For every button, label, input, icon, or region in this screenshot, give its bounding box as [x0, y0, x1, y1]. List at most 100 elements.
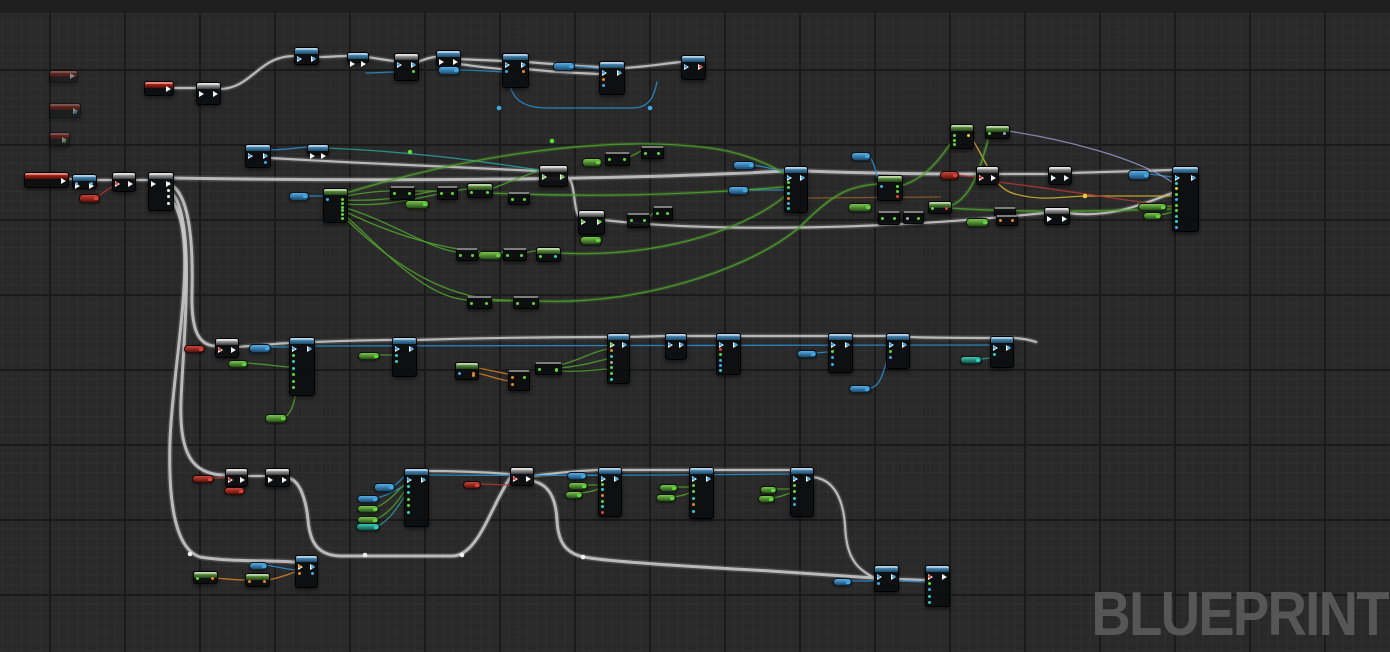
output-pin[interactable]: [748, 164, 753, 167]
data-pin-g[interactable]: [292, 353, 295, 357]
variable-get-pill[interactable]: [478, 251, 502, 260]
data-pin-g[interactable]: [459, 254, 462, 257]
data-pin-g[interactable]: [516, 302, 519, 305]
data-pin-g[interactable]: [408, 192, 411, 195]
output-pin[interactable]: [568, 65, 573, 68]
output-pin[interactable]: [595, 161, 600, 164]
data-pin-g[interactable]: [608, 158, 611, 161]
data-pin-b[interactable]: [623, 343, 626, 346]
data-pin-b[interactable]: [407, 478, 410, 481]
pure-operation-node[interactable]: [467, 296, 492, 309]
data-pin-c[interactable]: [787, 191, 790, 195]
variable-get-pill[interactable]: [728, 186, 749, 195]
data-pin-c[interactable]: [601, 505, 604, 509]
struct-operation-node[interactable]: [985, 125, 1010, 139]
data-pin-g[interactable]: [538, 368, 541, 371]
data-pin-g[interactable]: [931, 207, 934, 210]
variable-get-pill[interactable]: [79, 194, 100, 203]
data-pin-g[interactable]: [523, 376, 526, 379]
function-call-node[interactable]: [716, 333, 741, 375]
data-pin-g[interactable]: [893, 217, 896, 220]
data-pin-c[interactable]: [928, 594, 931, 598]
data-pin-b[interactable]: [412, 63, 415, 66]
data-pin-g[interactable]: [292, 386, 295, 389]
function-call-node[interactable]: [295, 555, 318, 588]
function-call-node[interactable]: [294, 47, 319, 65]
output-pin[interactable]: [1160, 205, 1165, 209]
flow-control-node[interactable]: [539, 165, 568, 187]
data-pin-b[interactable]: [787, 201, 790, 205]
function-call-node[interactable]: [347, 52, 369, 67]
data-pin-o[interactable]: [610, 348, 613, 352]
data-pin-g[interactable]: [292, 373, 295, 376]
data-pin-b[interactable]: [892, 575, 895, 578]
output-pin[interactable]: [1143, 173, 1148, 177]
function-call-node[interactable]: [874, 565, 899, 592]
function-call-node[interactable]: [990, 336, 1014, 368]
variable-get-pill[interactable]: [228, 360, 248, 368]
variable-get-pill[interactable]: [224, 487, 245, 495]
output-pin[interactable]: [453, 69, 458, 72]
exec-pin[interactable]: [942, 574, 947, 580]
data-pin-b[interactable]: [719, 363, 722, 367]
exec-pin[interactable]: [213, 91, 218, 97]
pure-operation-node[interactable]: [390, 186, 415, 200]
exec-pin[interactable]: [350, 61, 355, 67]
function-call-node[interactable]: [689, 467, 714, 519]
exec-pin[interactable]: [1047, 216, 1052, 222]
data-pin-b[interactable]: [312, 57, 315, 60]
data-pin-g[interactable]: [787, 181, 790, 185]
data-pin-o[interactable]: [999, 219, 1002, 222]
exec-pin[interactable]: [526, 476, 531, 482]
function-call-node[interactable]: [404, 468, 429, 527]
data-pin-c[interactable]: [407, 491, 410, 494]
exec-pin[interactable]: [268, 477, 273, 483]
data-pin-g[interactable]: [407, 504, 410, 507]
output-pin[interactable]: [580, 474, 585, 478]
output-pin[interactable]: [372, 518, 377, 522]
variable-get-pill[interactable]: [659, 484, 678, 492]
data-pin-g[interactable]: [523, 198, 526, 201]
data-pin-g[interactable]: [630, 219, 633, 222]
flow-control-node[interactable]: [196, 82, 221, 105]
variable-get-pill[interactable]: [357, 505, 379, 513]
pure-operation-node[interactable]: [903, 211, 924, 224]
data-pin-b[interactable]: [707, 477, 710, 480]
data-pin-c[interactable]: [1175, 181, 1178, 185]
variable-get-pill[interactable]: [833, 578, 852, 586]
flow-control-node[interactable]: [976, 166, 999, 185]
data-pin-g[interactable]: [793, 483, 796, 487]
data-pin-g[interactable]: [485, 302, 488, 305]
data-pin-g[interactable]: [666, 212, 669, 215]
data-pin-g[interactable]: [610, 343, 613, 346]
data-pin-k[interactable]: [610, 360, 613, 364]
data-pin-w[interactable]: [167, 195, 170, 198]
data-pin-g[interactable]: [896, 185, 899, 188]
variable-get-pill[interactable]: [797, 350, 817, 358]
data-pin-r[interactable]: [979, 176, 982, 179]
data-pin-b[interactable]: [928, 588, 931, 591]
data-pin-g[interactable]: [341, 209, 344, 213]
data-pin-b[interactable]: [395, 347, 398, 350]
output-pin[interactable]: [952, 174, 957, 177]
data-pin-b[interactable]: [877, 581, 880, 585]
data-pin-r[interactable]: [896, 195, 899, 198]
pure-operation-node[interactable]: [641, 146, 664, 159]
data-pin-b[interactable]: [264, 154, 267, 157]
data-pin-o[interactable]: [511, 382, 514, 386]
data-pin-r[interactable]: [228, 478, 231, 481]
data-pin-g[interactable]: [470, 302, 473, 305]
data-pin-g[interactable]: [657, 152, 660, 155]
flow-control-node[interactable]: [510, 467, 534, 486]
data-pin-c[interactable]: [928, 601, 931, 604]
data-pin-g[interactable]: [581, 220, 584, 223]
data-pin-g[interactable]: [393, 192, 396, 195]
blueprint-graph[interactable]: BLUEPRINT: [0, 0, 1390, 652]
pure-operation-node[interactable]: [456, 248, 478, 261]
data-pin-o[interactable]: [298, 565, 301, 568]
data-pin-g[interactable]: [881, 217, 884, 220]
data-pin-g[interactable]: [953, 143, 956, 146]
struct-operation-node[interactable]: [467, 183, 493, 198]
data-pin-g[interactable]: [292, 379, 295, 383]
exec-pin[interactable]: [361, 61, 366, 67]
